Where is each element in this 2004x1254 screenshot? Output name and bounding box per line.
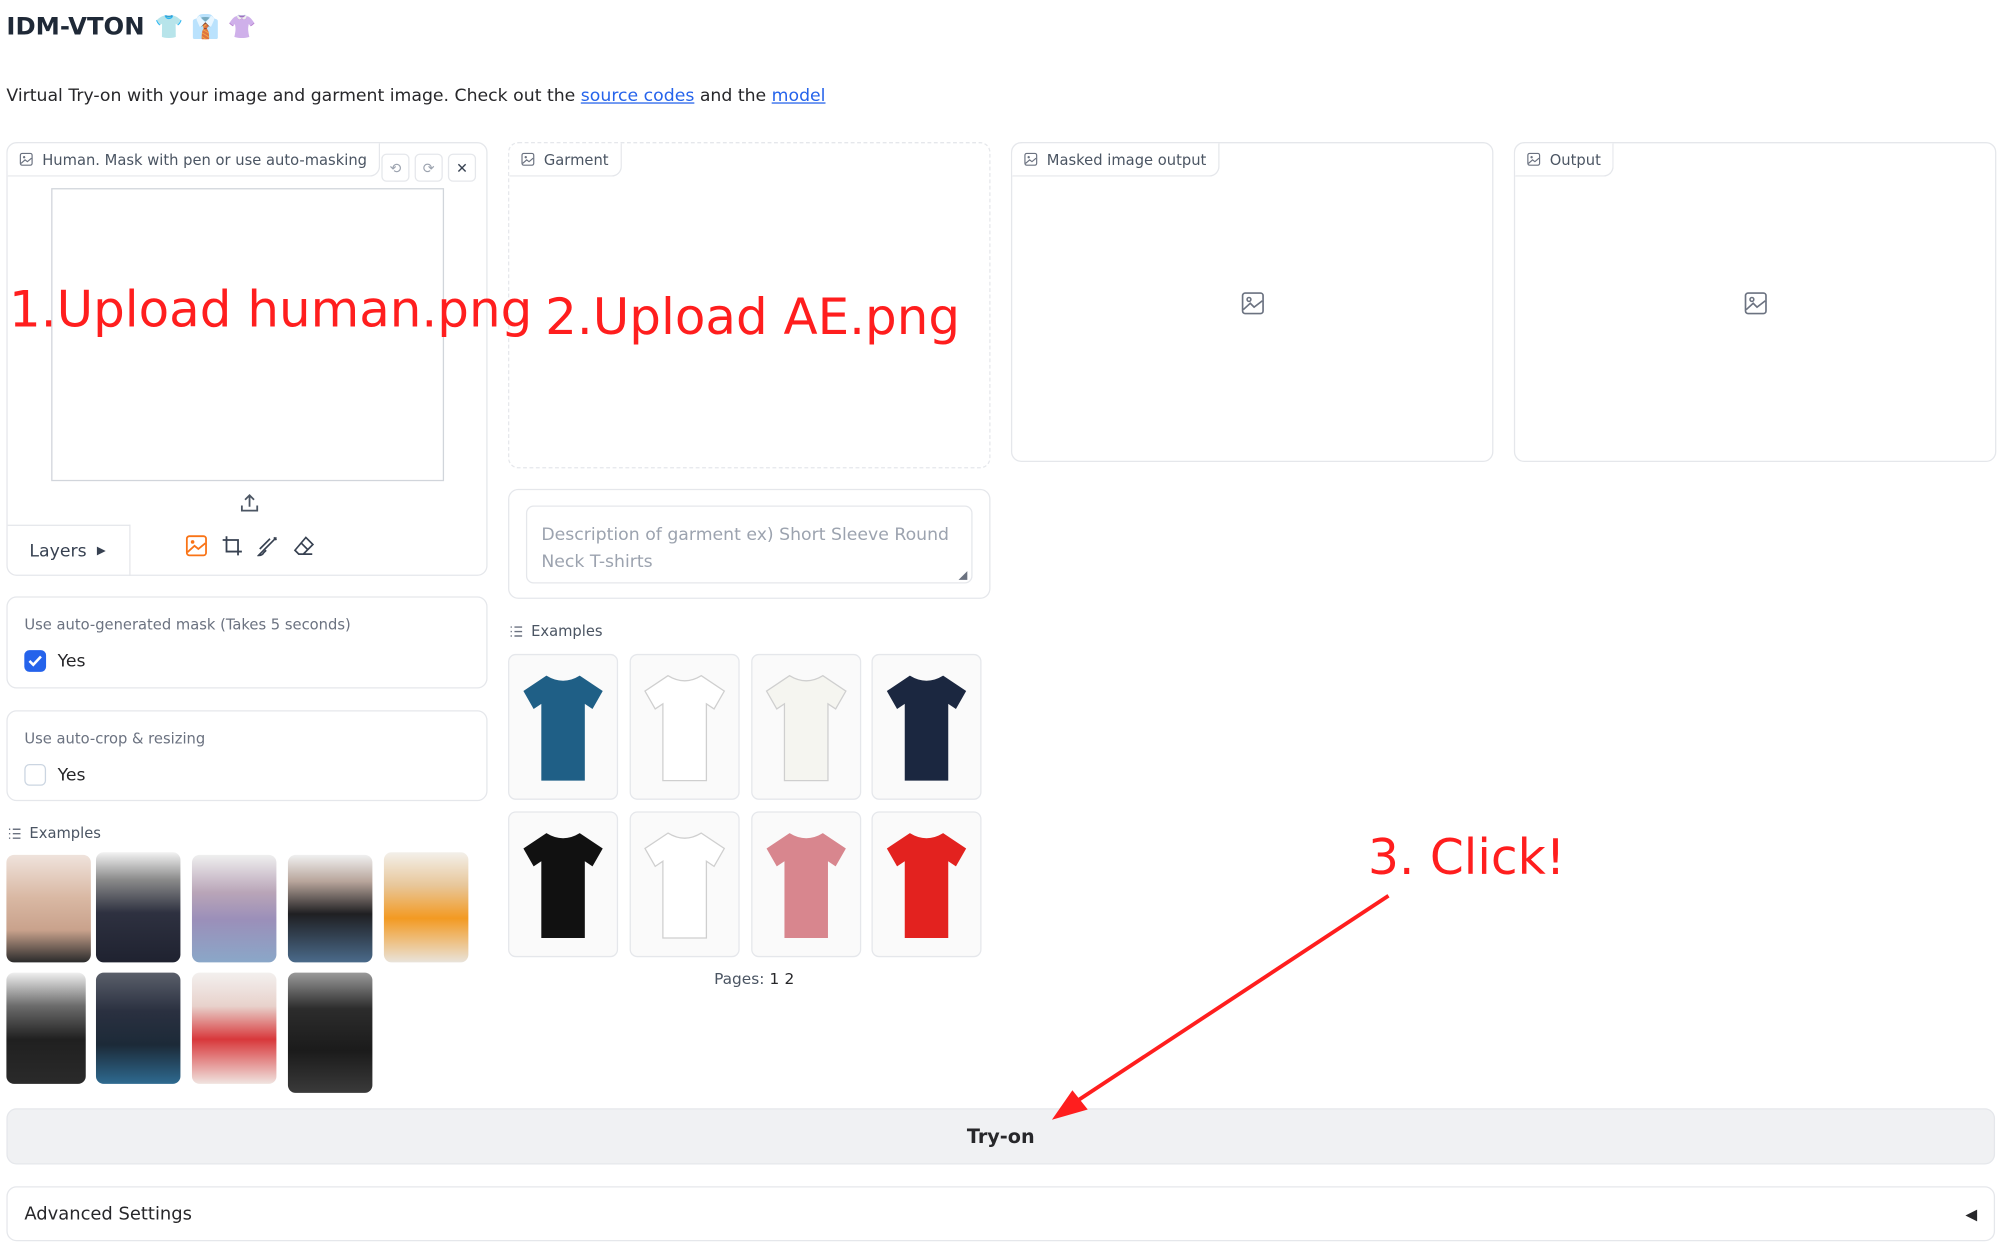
list-icon [8, 827, 21, 839]
annotation-step3: 3. Click! [1367, 829, 1566, 886]
human-example-thumb[interactable] [191, 854, 277, 963]
garment-thumbnail-image [644, 674, 726, 782]
annotation-step2: 2.Upload AE.png [545, 289, 961, 347]
auto-crop-checkbox[interactable]: Yes [24, 763, 85, 786]
layers-toggle[interactable]: Layers ▶ [7, 524, 131, 576]
masked-image-output: Masked image output [1010, 142, 1494, 462]
image-icon [1024, 152, 1038, 166]
crop-tool[interactable] [220, 534, 243, 557]
redo-button[interactable]: ⟳ [414, 153, 443, 182]
garment-examples-header: Examples [509, 622, 603, 640]
garment-thumbnail-image [886, 675, 967, 781]
source-codes-link[interactable]: source codes [581, 86, 695, 106]
eraser-icon [293, 535, 314, 555]
human-examples-header: Examples [8, 824, 101, 842]
checkbox-unchecked[interactable] [24, 763, 47, 786]
undo-icon: ⟲ [389, 159, 402, 176]
human-example-thumb[interactable] [95, 852, 181, 963]
garment-thumbnail-image [523, 833, 603, 939]
masked-panel-label: Masked image output [1012, 143, 1220, 177]
garment-example-minnie-mouse-tshirt[interactable] [629, 653, 740, 800]
garment-example-pink-striped-shirt[interactable] [751, 811, 862, 958]
garment-thumbnail-image [766, 833, 846, 939]
garment-description-input[interactable]: Description of garment ex) Short Sleeve … [525, 505, 973, 584]
output-panel-label: Output [1515, 143, 1614, 177]
human-example-thumb[interactable] [6, 854, 91, 963]
auto-crop-label: Use auto-crop & resizing [24, 729, 206, 748]
human-example-thumb[interactable] [95, 972, 181, 1084]
garment-example-black-stussy-tshirt[interactable] [508, 811, 619, 958]
garment-example-white-gucci-tshirt[interactable] [629, 811, 740, 958]
pagination: Pages: 1 2 [714, 970, 795, 988]
upload-icon[interactable] [238, 491, 261, 514]
tshirt-green-icon: 👕 [154, 13, 184, 41]
checkbox-checked[interactable] [24, 650, 47, 672]
close-icon: ✕ [456, 159, 468, 176]
human-example-thumb[interactable] [191, 972, 277, 1084]
human-example-thumb[interactable] [287, 854, 373, 963]
garment-thumbnail-image [765, 674, 847, 782]
checkmark-icon [28, 655, 42, 667]
app-description: Virtual Try-on with your image and garme… [6, 85, 826, 107]
human-image-editor[interactable]: Human. Mask with pen or use auto-masking… [6, 142, 488, 576]
redo-icon: ⟳ [422, 159, 435, 176]
garment-example-white-button-camisole[interactable] [751, 653, 862, 800]
garment-description-panel: Description of garment ex) Short Sleeve … [508, 488, 991, 599]
image-upload-tool[interactable] [184, 534, 207, 557]
model-link[interactable]: model [772, 86, 826, 106]
app-title: IDM-VTON [6, 12, 145, 41]
auto-mask-checkbox[interactable]: Yes [24, 650, 85, 672]
caret-right-icon: ▶ [96, 544, 106, 558]
garment-example-navy-lightblue-polo[interactable] [871, 653, 982, 800]
image-placeholder-icon [1241, 292, 1264, 315]
shirt-tie-icon: 👔 [191, 13, 220, 41]
list-icon [510, 625, 523, 637]
app-title-row: IDM-VTON 👕 👔 👚 [6, 13, 256, 41]
human-example-thumb[interactable] [287, 972, 373, 1093]
image-icon [185, 534, 207, 556]
output-image: Output [1513, 142, 1997, 462]
garment-thumbnail-image [886, 833, 967, 939]
auto-crop-option: Use auto-crop & resizing Yes [6, 710, 488, 802]
garment-panel-label: Garment [509, 143, 622, 177]
resize-handle-icon[interactable]: ◢ [958, 569, 967, 582]
editor-tools [184, 534, 315, 557]
image-placeholder-icon [1744, 292, 1767, 315]
try-on-button[interactable]: Try-on [6, 1108, 1996, 1165]
garment-thumbnail-image [523, 675, 603, 781]
caret-left-icon: ◀ [1965, 1204, 1978, 1223]
image-icon [521, 152, 535, 166]
page-1-link[interactable]: 1 [770, 970, 780, 988]
image-icon [1527, 152, 1541, 166]
clear-button[interactable]: ✕ [447, 153, 477, 182]
advanced-settings-accordion[interactable]: Advanced Settings ◀ [6, 1186, 1996, 1242]
crop-icon [222, 535, 242, 555]
human-example-thumb[interactable] [383, 852, 469, 963]
human-example-thumb[interactable] [6, 972, 86, 1084]
auto-mask-option: Use auto-generated mask (Takes 5 seconds… [6, 596, 488, 689]
blouse-pink-icon: 👚 [227, 13, 257, 41]
image-icon [19, 152, 33, 166]
editor-toolbar: ⟲ ⟳ ✕ [381, 153, 477, 182]
page-2-link[interactable]: 2 [784, 970, 794, 988]
human-panel-label: Human. Mask with pen or use auto-masking [7, 143, 380, 177]
title-emojis: 👕 👔 👚 [155, 13, 256, 40]
brush-icon [256, 536, 277, 556]
garment-example-blue-velvet-wrap-top[interactable] [508, 653, 619, 800]
undo-button[interactable]: ⟲ [381, 153, 410, 182]
brush-tool[interactable] [256, 534, 279, 557]
garment-thumbnail-image [644, 832, 726, 939]
annotation-step1: 1.Upload human.png [8, 281, 533, 340]
auto-mask-label: Use auto-generated mask (Takes 5 seconds… [24, 615, 351, 634]
eraser-tool[interactable] [292, 534, 315, 557]
garment-example-red-wrap-tshirt[interactable] [871, 811, 982, 958]
